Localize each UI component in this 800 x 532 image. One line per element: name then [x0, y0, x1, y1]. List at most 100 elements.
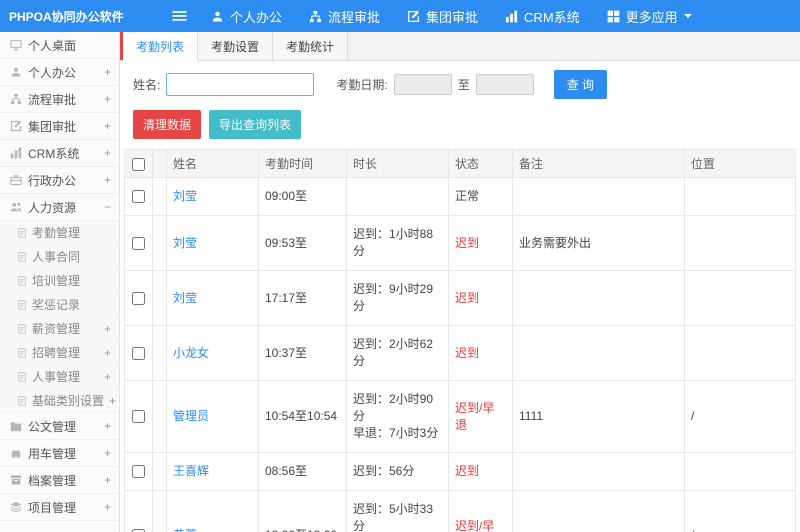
doc-icon: [17, 275, 27, 286]
sidebar-subitem-salary[interactable]: 薪资管理 +: [0, 317, 119, 341]
topnav-label: 集团审批: [426, 9, 479, 25]
location-cell: [684, 177, 796, 216]
collapse-toggle: −: [103, 200, 111, 214]
topnav-crm-system[interactable]: CRM系统: [505, 7, 580, 26]
apps-grid-icon: [607, 10, 620, 23]
duration-cell: 迟到：2小时62分: [346, 325, 449, 381]
sidebar-item-label: 集团审批: [28, 119, 77, 134]
topnav-group-approval[interactable]: 集团审批: [407, 7, 478, 26]
doc-icon: [17, 251, 27, 262]
sidebar-item-label: CRM系统: [28, 146, 80, 161]
sidebar-subitem-label: 培训管理: [32, 274, 81, 288]
employee-name-link[interactable]: 王喜辉: [173, 464, 209, 478]
photo-cell: [152, 177, 167, 216]
employee-name-link[interactable]: 刘莹: [173, 236, 197, 250]
employee-name-link[interactable]: 小龙女: [173, 346, 209, 360]
topnav-workflow-approval[interactable]: 流程审批: [309, 7, 380, 26]
sidebar-item-archives[interactable]: 档案管理 +: [0, 467, 119, 494]
sidebar-item-hr[interactable]: 人力资源 −: [0, 194, 119, 221]
name-input[interactable]: [166, 73, 315, 96]
tab-attendance-settings[interactable]: 考勤设置: [198, 32, 274, 60]
row-checkbox[interactable]: [132, 291, 145, 305]
date-to-input[interactable]: [475, 74, 534, 95]
duration-late: 迟到：5小时33分: [353, 502, 434, 532]
tab-attendance-stats[interactable]: 考勤统计: [273, 32, 349, 60]
sidebar-item-label: 用车管理: [28, 446, 77, 461]
tab-attendance-list[interactable]: 考勤列表: [123, 32, 199, 61]
expand-toggle: +: [103, 500, 111, 514]
edit-icon: [10, 120, 22, 132]
sidebar-item-label: 个人办公: [28, 65, 77, 80]
row-checkbox[interactable]: [132, 236, 145, 250]
table-row: 小龙女 10:37至 迟到：2小时62分 迟到: [124, 325, 796, 381]
sidebar-item-group-approval[interactable]: 集团审批 +: [0, 113, 119, 140]
employee-name-link[interactable]: 刘莹: [173, 189, 197, 203]
location-cell: /: [684, 380, 796, 453]
employee-name-link[interactable]: 刘莹: [173, 291, 197, 305]
table-row: 王喜辉 08:56至 迟到：56分 迟到: [124, 452, 796, 491]
sidebar-subitem-contract[interactable]: 人事合同: [0, 245, 119, 269]
briefcase-icon: [10, 174, 22, 186]
topnav-label: 更多应用: [625, 9, 678, 25]
doc-icon: [17, 371, 27, 382]
row-checkbox[interactable]: [132, 190, 145, 204]
row-checkbox[interactable]: [132, 410, 145, 424]
main-content: 考勤列表 考勤设置 考勤统计 姓名: 考勤日期: 至 查 询 清理数据 导出查询…: [120, 32, 800, 532]
action-bar: 清理数据 导出查询列表: [120, 107, 800, 149]
project-icon: [10, 501, 22, 513]
sidebar-subitem-attendance[interactable]: 考勤管理: [0, 221, 119, 245]
sidebar-subitem-label: 招聘管理: [32, 346, 81, 360]
sidebar-item-vehicles[interactable]: 用车管理 +: [0, 440, 119, 467]
time-cell: 09:00至: [258, 177, 347, 216]
sidebar-subitem-personnel[interactable]: 人事管理 +: [0, 365, 119, 389]
export-list-button[interactable]: 导出查询列表: [209, 110, 302, 139]
duration-late: 迟到：9小时29分: [353, 282, 434, 313]
sidebar-item-workflow[interactable]: 流程审批 +: [0, 86, 119, 113]
sidebar-item-label: 个人桌面: [28, 38, 77, 53]
sidebar-item-personal-office[interactable]: 个人办公 +: [0, 59, 119, 86]
sidebar-subitem-rewards[interactable]: 奖惩记录: [0, 293, 119, 317]
table-row: 管理员 10:54至10:54 迟到：2小时90分 早退：7小时3分 迟到/早退 …: [124, 380, 796, 453]
table-row: 刘莹 17:17至 迟到：9小时29分 迟到: [124, 270, 796, 326]
status-cell: 迟到: [448, 215, 513, 271]
chart-icon: [10, 147, 22, 159]
sidebar-item-admin-office[interactable]: 行政办公 +: [0, 167, 119, 194]
sidebar-subitem-recruit[interactable]: 招聘管理 +: [0, 341, 119, 365]
sidebar-subitem-training[interactable]: 培训管理: [0, 269, 119, 293]
date-from-input[interactable]: [393, 74, 452, 95]
sidebar-subitem-label: 奖惩记录: [32, 298, 81, 312]
sidebar-item-projects[interactable]: 项目管理 +: [0, 494, 119, 521]
topnav-more-apps[interactable]: 更多应用: [607, 7, 692, 26]
photo-cell: [152, 325, 167, 381]
expand-toggle: +: [103, 345, 111, 360]
row-checkbox[interactable]: [132, 465, 145, 479]
time-cell: 10:37至: [258, 325, 347, 381]
top-nav: 个人办公 流程审批 集团审批 CRM系统 更多应用: [211, 7, 692, 26]
expand-toggle: +: [103, 146, 111, 160]
menu-toggle-icon[interactable]: [172, 10, 187, 22]
name-filter-label: 姓名:: [133, 78, 161, 92]
expand-toggle: +: [103, 119, 111, 133]
app-logo[interactable]: PHPOA协同办公软件: [0, 8, 124, 25]
folder-icon: [10, 420, 22, 432]
archive-icon: [10, 474, 22, 486]
employee-name-link[interactable]: 管理员: [173, 409, 209, 423]
sidebar-subitem-label: 人事合同: [32, 250, 81, 264]
date-filter-label: 考勤日期:: [336, 78, 388, 92]
time-cell: 10:54至10:54: [258, 380, 347, 453]
note-cell: 1111: [512, 380, 685, 453]
user-icon: [211, 10, 224, 23]
topnav-personal-office[interactable]: 个人办公: [211, 7, 282, 26]
select-all-checkbox[interactable]: [132, 157, 145, 171]
employee-name-link[interactable]: 黄蓉: [173, 528, 197, 532]
table-row: 刘莹 09:00至 正常: [124, 177, 796, 216]
search-button[interactable]: 查 询: [553, 70, 608, 99]
photo-cell: [152, 215, 167, 271]
sidebar-item-crm[interactable]: CRM系统 +: [0, 140, 119, 167]
clean-data-button[interactable]: 清理数据: [133, 110, 202, 139]
row-checkbox[interactable]: [132, 346, 145, 360]
sidebar-item-label: 项目管理: [28, 500, 77, 515]
sidebar-item-desktop[interactable]: 个人桌面: [0, 32, 119, 59]
sidebar-subitem-base-category[interactable]: 基础类别设置 +: [0, 389, 119, 413]
sidebar-item-documents[interactable]: 公文管理 +: [0, 413, 119, 440]
